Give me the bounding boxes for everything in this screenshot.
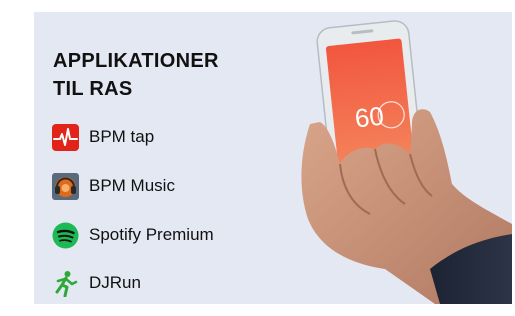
app-label: BPM tap <box>89 127 155 146</box>
heading-line-1: APPLIKATIONER <box>53 50 219 72</box>
app-item-spotify-premium: Spotify Premium <box>52 221 214 249</box>
dj-headphones-icon <box>52 172 79 200</box>
spotify-icon <box>52 222 79 248</box>
app-label: DJRun <box>89 273 141 292</box>
app-item-bpm-tap: BPM tap <box>52 123 154 151</box>
heading-line-2: TIL RAS <box>53 78 133 100</box>
hand-holding-phone-photo: 60 <box>301 20 512 304</box>
heartbeat-icon <box>52 123 79 151</box>
app-list-graphic: APPLIKATIONER TIL RAS BPM tap BPM Music <box>0 0 515 316</box>
heading: APPLIKATIONER TIL RAS <box>53 47 219 103</box>
app-label: BPM Music <box>89 176 175 195</box>
bpm-readout: 60 <box>353 101 385 134</box>
app-label: Spotify Premium <box>89 225 214 244</box>
app-item-djrun: DJRun <box>52 269 141 297</box>
app-item-bpm-music: BPM Music <box>52 172 175 200</box>
running-man-icon <box>55 270 78 297</box>
